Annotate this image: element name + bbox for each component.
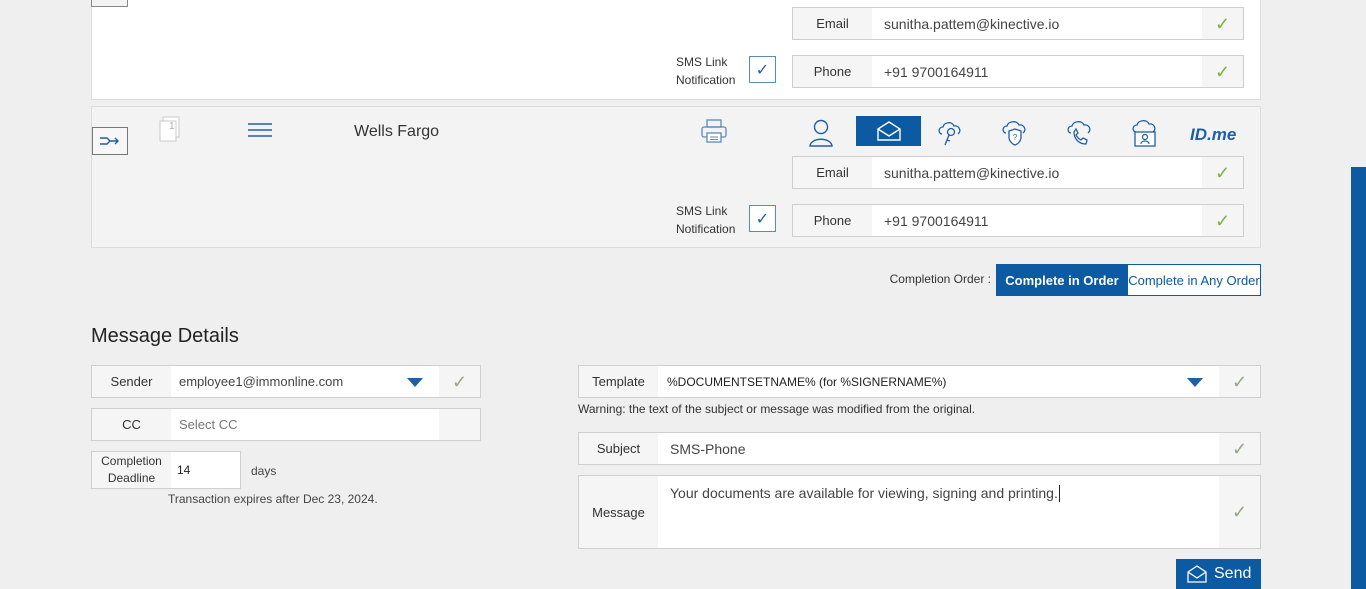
- print-icon[interactable]: [699, 117, 729, 145]
- completion-order-label: Completion Order :: [889, 272, 991, 286]
- document-count: 1: [169, 121, 175, 132]
- shield-question-icon[interactable]: ?: [1000, 117, 1030, 149]
- phone-field[interactable]: +91 9700164911: [872, 204, 1203, 237]
- chevron-down-icon: [407, 378, 423, 387]
- email-label: Email: [792, 156, 873, 189]
- person-icon[interactable]: [806, 117, 836, 149]
- section-title: Message Details: [91, 325, 239, 347]
- subject-input[interactable]: SMS-Phone: [658, 432, 1220, 465]
- document-count-icon[interactable]: 1: [158, 116, 182, 144]
- check-icon: ✓: [1231, 371, 1248, 392]
- text-cursor: [1058, 485, 1060, 502]
- idme-logo[interactable]: ID.me: [1190, 125, 1236, 145]
- complete-in-order-button[interactable]: Complete in Order: [996, 264, 1128, 296]
- sms-link-label: SMS Link Notification: [676, 204, 736, 236]
- message-label: Message: [578, 475, 659, 549]
- phone-label: Phone: [792, 204, 873, 237]
- message-text: Your documents are available for viewing…: [670, 485, 1058, 501]
- phone-call-icon[interactable]: [1064, 117, 1096, 149]
- email-valid-check: ✓: [1202, 156, 1244, 189]
- sms-link-checkbox[interactable]: ✓: [749, 56, 776, 83]
- template-label: Template: [578, 365, 659, 398]
- id-card-icon[interactable]: [1130, 117, 1160, 149]
- key-cloud-icon[interactable]: [936, 117, 966, 149]
- subject-valid-check: ✓: [1219, 432, 1261, 465]
- sms-link-label: SMS Link Notification: [676, 55, 736, 87]
- phone-valid-check: ✓: [1202, 204, 1244, 237]
- route-toggle-button[interactable]: [92, 127, 128, 155]
- route-arrow-icon: [100, 137, 119, 145]
- check-icon: ✓: [1214, 162, 1231, 183]
- email-valid-check: ✓: [1202, 7, 1244, 40]
- expires-text: Transaction expires after Dec 23, 2024.: [168, 492, 378, 506]
- deadline-label: Completion Deadline: [91, 451, 172, 489]
- menu-icon[interactable]: [246, 121, 274, 139]
- sms-link-checkbox[interactable]: ✓: [749, 205, 776, 232]
- sender-label: Sender: [91, 365, 172, 398]
- warning-text: Warning: the text of the subject or mess…: [578, 402, 976, 416]
- signer-name: Wells Fargo: [354, 123, 440, 140]
- send-label: Send: [1214, 565, 1252, 582]
- template-valid-check: ✓: [1219, 365, 1261, 398]
- check-icon: ✓: [1214, 210, 1231, 231]
- template-value: %DOCUMENTSETNAME% (for %SIGNERNAME%): [667, 374, 947, 389]
- message-valid-check: ✓: [1219, 475, 1261, 549]
- cc-label: CC: [91, 408, 172, 441]
- subject-label: Subject: [578, 432, 659, 465]
- check-icon: ✓: [451, 371, 468, 392]
- email-field[interactable]: sunitha.pattem@kinective.io: [872, 156, 1203, 189]
- phone-valid-check: ✓: [1202, 55, 1244, 88]
- route-toggle-button[interactable]: [91, 0, 128, 7]
- deadline-input[interactable]: 14: [171, 451, 241, 489]
- sender-value: employee1@immonline.com: [179, 374, 344, 389]
- email-field[interactable]: sunitha.pattem@kinective.io: [872, 7, 1203, 40]
- check-icon: ✓: [1231, 502, 1248, 522]
- phone-field[interactable]: +91 9700164911: [872, 55, 1203, 88]
- template-select[interactable]: %DOCUMENTSETNAME% (for %SIGNERNAME%): [658, 365, 1220, 398]
- check-icon: ✓: [1214, 13, 1231, 34]
- message-textarea[interactable]: Your documents are available for viewing…: [658, 475, 1220, 549]
- send-button[interactable]: Send: [1176, 559, 1261, 589]
- check-icon: ✓: [1231, 438, 1248, 459]
- chevron-down-icon: [1187, 378, 1203, 387]
- sender-select[interactable]: employee1@immonline.com: [171, 365, 440, 398]
- cc-placeholder: Select CC: [179, 417, 238, 432]
- svg-text:?: ?: [1013, 133, 1018, 142]
- envelope-icon: [1187, 565, 1207, 583]
- envelope-icon[interactable]: [856, 116, 921, 146]
- deadline-unit: days: [251, 464, 277, 478]
- cc-status-cell: [439, 408, 481, 441]
- email-label: Email: [792, 7, 873, 40]
- cc-input[interactable]: Select CC: [171, 408, 440, 441]
- complete-any-order-button[interactable]: Complete in Any Order: [1127, 264, 1261, 296]
- phone-label: Phone: [792, 55, 873, 88]
- check-icon: ✓: [1214, 61, 1231, 82]
- sender-valid-check: ✓: [439, 365, 481, 398]
- scrollbar-thumb[interactable]: [1351, 167, 1366, 589]
